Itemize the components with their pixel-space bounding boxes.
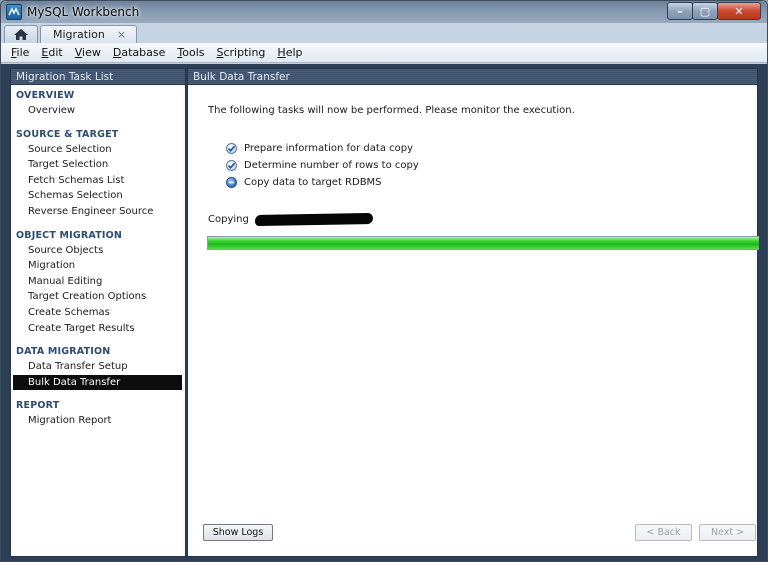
window-controls: – ▢ ✕ bbox=[667, 2, 761, 20]
close-icon: ✕ bbox=[734, 4, 744, 18]
menu-tools[interactable]: Tools bbox=[171, 46, 210, 59]
task-list: OVERVIEW Overview SOURCE & TARGET Source Se… bbox=[11, 85, 185, 429]
section-heading: OVERVIEW bbox=[16, 90, 75, 101]
menu-database[interactable]: Database bbox=[107, 46, 172, 59]
bulk-data-transfer-panel: Bulk Data Transfer The following tasks w… bbox=[187, 68, 759, 557]
section-heading: SOURCE & TARGET bbox=[16, 128, 119, 140]
home-icon bbox=[14, 29, 28, 40]
minimize-icon: – bbox=[677, 4, 683, 18]
sidebar-item-migration[interactable]: Migration bbox=[13, 258, 182, 274]
sidebar-item-overview[interactable]: Overview bbox=[13, 103, 182, 119]
menu-label-rest: ools bbox=[182, 46, 205, 59]
task-list-header: Migration Task List bbox=[11, 69, 185, 85]
menu-mnemonic: H bbox=[277, 46, 286, 59]
execution-task-label: Prepare information for data copy bbox=[244, 143, 414, 154]
sidebar-item-create-target-results[interactable]: Create Target Results bbox=[13, 321, 182, 337]
progress-fill bbox=[208, 237, 759, 249]
minimize-button[interactable]: – bbox=[667, 2, 693, 20]
back-button[interactable]: < Back bbox=[635, 524, 692, 541]
migration-task-list-panel: Migration Task List OVERVIEW Overview SOUR… bbox=[10, 68, 186, 557]
tab-label: Migration bbox=[53, 28, 105, 41]
app-window: MySQL Workbench – ▢ ✕ Migration × File Ed… bbox=[0, 0, 768, 562]
show-logs-button[interactable]: Show Logs bbox=[203, 524, 273, 541]
execution-task-row: Copy data to target RDBMS bbox=[226, 174, 419, 191]
execution-task-label: Determine number of rows to copy bbox=[244, 160, 419, 171]
sidebar-item-target-selection[interactable]: Target Selection bbox=[13, 157, 182, 173]
sidebar-item-manual-editing[interactable]: Manual Editing bbox=[13, 274, 182, 290]
progress-bar bbox=[207, 236, 759, 250]
tab-strip: Migration × bbox=[1, 23, 767, 43]
menu-help[interactable]: Help bbox=[271, 46, 308, 59]
menu-label-rest: dit bbox=[48, 46, 63, 59]
menu-edit[interactable]: Edit bbox=[35, 46, 68, 59]
main-panel-header: Bulk Data Transfer bbox=[188, 69, 757, 85]
copying-status: Copying bbox=[208, 212, 373, 227]
intro-text: The following tasks will now be performe… bbox=[208, 105, 575, 116]
sidebar-item-target-creation-options[interactable]: Target Creation Options bbox=[13, 289, 182, 305]
menu-label-rest: elp bbox=[285, 46, 303, 59]
menu-label-rest: ile bbox=[16, 46, 30, 59]
tab-close-icon[interactable]: × bbox=[117, 28, 126, 41]
menu-label-rest: cripting bbox=[223, 46, 266, 59]
redacted-table-name bbox=[254, 212, 373, 227]
title-bar[interactable]: MySQL Workbench – ▢ ✕ bbox=[1, 1, 767, 23]
sidebar-item-schemas-selection[interactable]: Schemas Selection bbox=[13, 188, 182, 204]
menu-mnemonic: V bbox=[74, 46, 83, 59]
maximize-button[interactable]: ▢ bbox=[692, 2, 718, 20]
checkmark-icon bbox=[226, 143, 237, 154]
execution-task-row: Prepare information for data copy bbox=[226, 140, 419, 157]
sidebar-item-data-transfer-setup[interactable]: Data Transfer Setup bbox=[13, 359, 182, 375]
menu-scripting[interactable]: Scripting bbox=[210, 46, 271, 59]
execution-task-list: Prepare information for data copy Determi… bbox=[226, 140, 419, 191]
in-progress-icon bbox=[226, 177, 237, 188]
main-body: The following tasks will now be performe… bbox=[188, 85, 759, 556]
sidebar-item-reverse-engineer-source[interactable]: Reverse Engineer Source bbox=[13, 204, 182, 220]
menu-file[interactable]: File bbox=[5, 46, 35, 59]
sidebar-item-migration-report[interactable]: Migration Report bbox=[13, 413, 182, 429]
home-tab[interactable] bbox=[4, 25, 38, 43]
sidebar-item-create-schemas[interactable]: Create Schemas bbox=[13, 305, 182, 321]
close-window-button[interactable]: ✕ bbox=[717, 2, 761, 20]
maximize-icon: ▢ bbox=[699, 4, 711, 18]
section-heading: REPORT bbox=[16, 400, 60, 412]
next-button[interactable]: Next > bbox=[699, 524, 756, 541]
menu-view[interactable]: View bbox=[69, 46, 107, 59]
menu-label-rest: iew bbox=[82, 46, 101, 59]
copying-label: Copying bbox=[208, 214, 249, 225]
mysql-workbench-icon bbox=[6, 4, 22, 20]
tab-migration[interactable]: Migration × bbox=[40, 25, 138, 43]
section-heading: OBJECT MIGRATION bbox=[16, 229, 123, 241]
sidebar-item-source-selection[interactable]: Source Selection bbox=[13, 142, 182, 158]
section-heading: DATA MIGRATION bbox=[16, 346, 111, 358]
menu-label-rest: atabase bbox=[121, 46, 166, 59]
execution-task-row: Determine number of rows to copy bbox=[226, 157, 419, 174]
checkmark-icon bbox=[226, 160, 237, 171]
window-title: MySQL Workbench bbox=[27, 5, 140, 19]
sidebar-item-bulk-data-transfer[interactable]: Bulk Data Transfer bbox=[13, 374, 182, 391]
content-area: Migration Task List OVERVIEW Overview SOUR… bbox=[1, 64, 767, 561]
menu-bar: File Edit View Database Tools Scripting Help bbox=[1, 43, 767, 63]
sidebar-item-fetch-schemas-list[interactable]: Fetch Schemas List bbox=[13, 173, 182, 189]
execution-task-label: Copy data to target RDBMS bbox=[244, 177, 382, 188]
sidebar-item-source-objects[interactable]: Source Objects bbox=[13, 243, 182, 259]
